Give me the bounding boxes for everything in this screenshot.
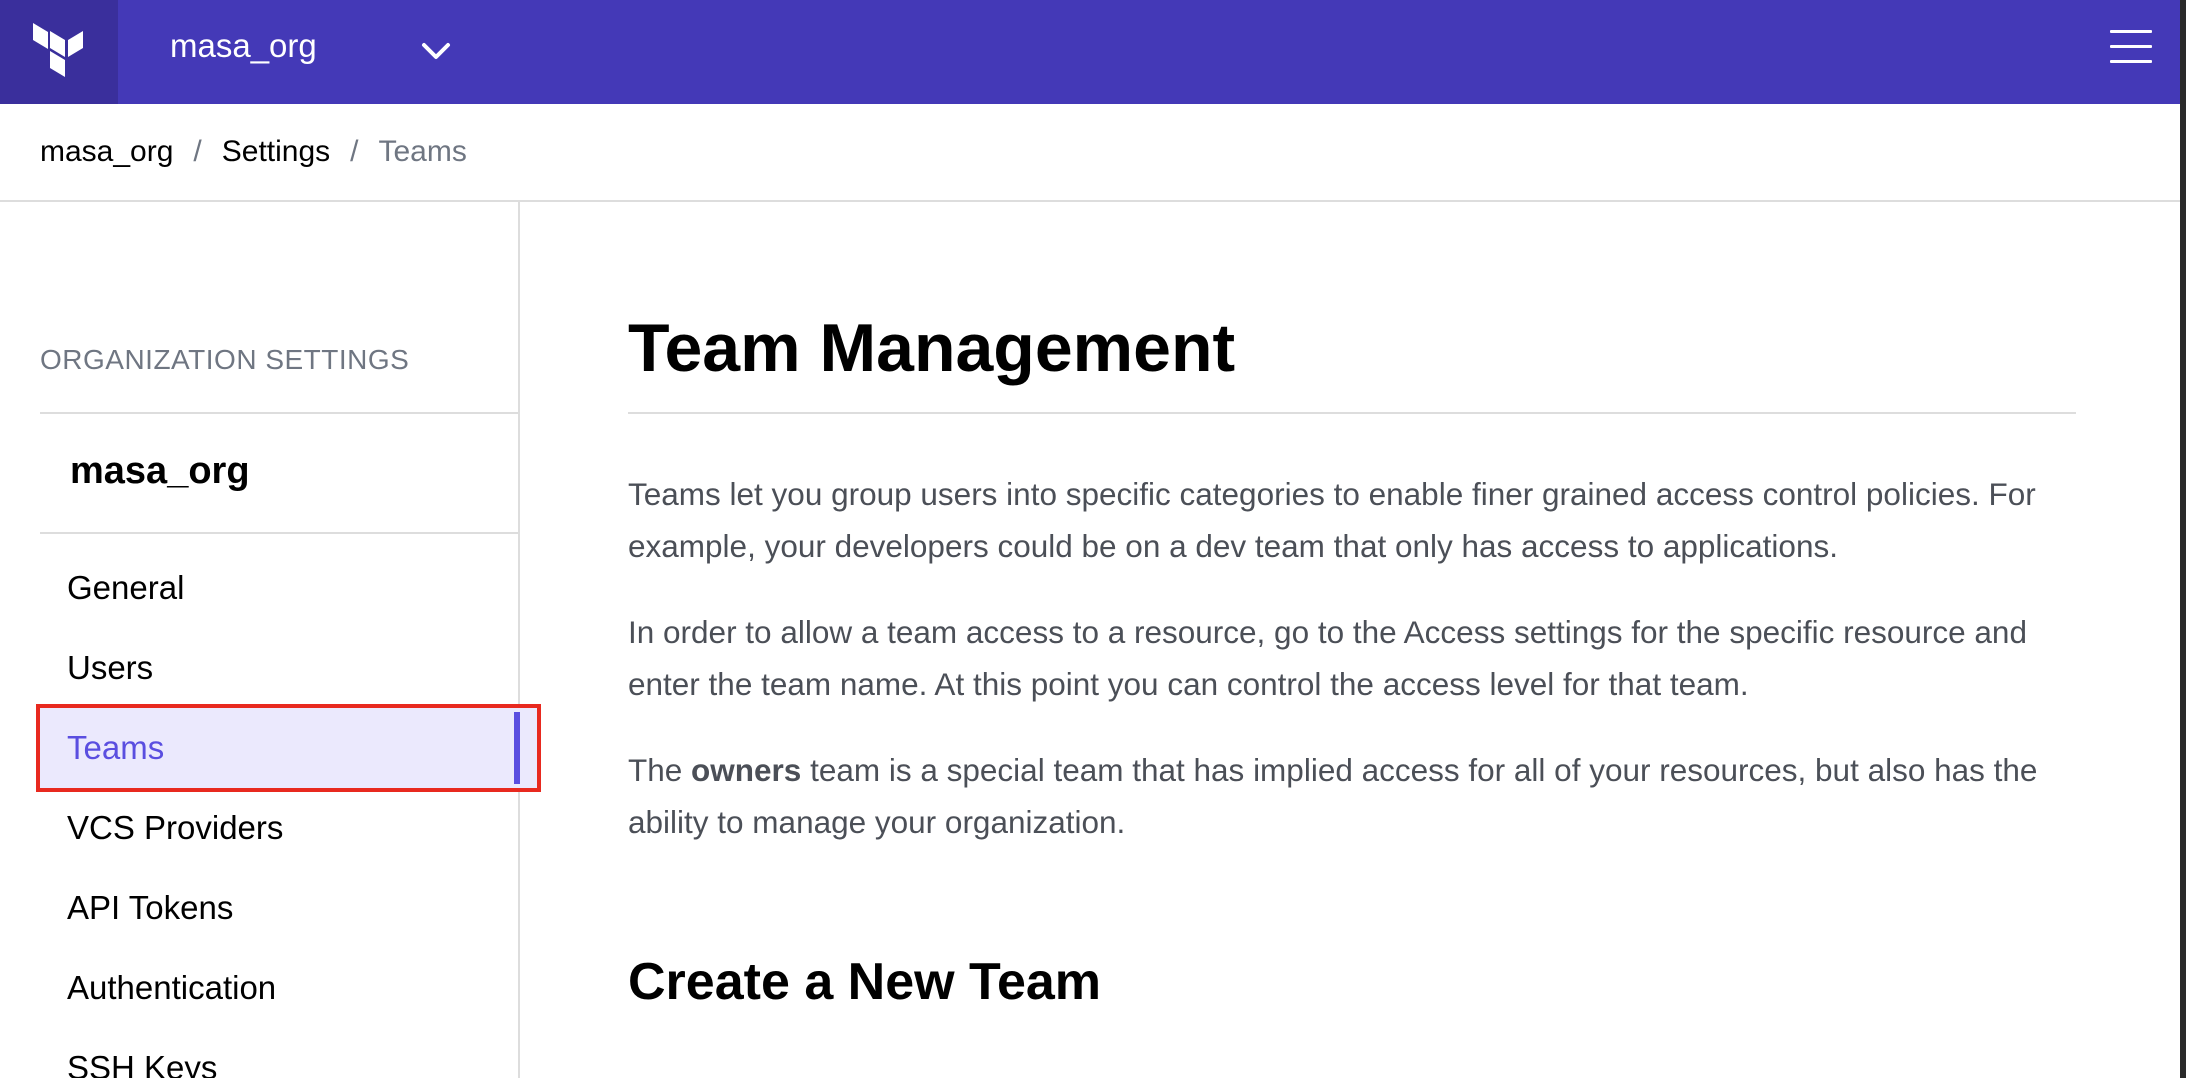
sidebar-item-teams[interactable]: Teams	[36, 704, 541, 792]
owners-paragraph-prefix: The	[628, 752, 683, 788]
breadcrumb-separator: /	[350, 135, 359, 168]
sidebar-item-label: General	[67, 569, 185, 606]
intro-paragraph: Teams let you group users into specific …	[628, 476, 2036, 564]
sidebar-item-label: API Tokens	[67, 889, 234, 926]
sidebar-item-label: Teams	[67, 729, 165, 766]
chevron-down-icon	[422, 43, 450, 59]
sidebar-item-authentication[interactable]: Authentication	[40, 948, 520, 1028]
sidebar-item-label: SSH Keys	[67, 1049, 218, 1078]
sidebar-item-general[interactable]: General	[40, 548, 520, 628]
sidebar-nav: General Users Teams VCS Providers API To…	[36, 548, 541, 1078]
create-team-heading: Create a New Team	[628, 953, 1102, 1011]
breadcrumb-current-page: Teams	[378, 135, 467, 168]
page-title: Team Management	[628, 310, 1236, 386]
owners-paragraph: The owners team is a special team that h…	[628, 744, 2076, 848]
sidebar-item-api-tokens[interactable]: API Tokens	[40, 868, 520, 948]
sidebar-item-label: Users	[67, 649, 154, 686]
breadcrumb-separator: /	[193, 135, 202, 168]
top-nav-bar: masa_org	[0, 0, 2180, 104]
settings-sidebar: ORGANIZATION SETTINGS masa_org General U…	[0, 202, 541, 1078]
access-paragraph: In order to allow a team access to a res…	[628, 614, 2027, 702]
sidebar-divider	[40, 412, 520, 414]
home-logo-link[interactable]	[0, 0, 118, 104]
breadcrumb-settings-link[interactable]: Settings	[222, 135, 330, 169]
sidebar-item-ssh-keys[interactable]: SSH Keys	[40, 1028, 520, 1078]
hamburger-menu-icon[interactable]	[2110, 28, 2154, 66]
sidebar-org-name: masa_org	[70, 450, 250, 492]
org-switcher-dropdown[interactable]: masa_org	[118, 0, 478, 104]
owners-team-name: owners	[691, 752, 802, 788]
active-indicator	[514, 712, 520, 784]
sidebar-item-vcs-providers[interactable]: VCS Providers	[40, 788, 520, 868]
page: masa_org masa_org / Settings / Teams ORG…	[0, 0, 2186, 1078]
org-switcher-label: masa_org	[170, 27, 317, 64]
breadcrumb: masa_org / Settings / Teams	[0, 104, 2180, 202]
window-edge	[2180, 0, 2186, 1078]
sidebar-heading: ORGANIZATION SETTINGS	[40, 344, 410, 375]
breadcrumb-org-link[interactable]: masa_org	[40, 135, 173, 169]
sidebar-item-users[interactable]: Users	[40, 628, 520, 708]
sidebar-item-label: Authentication	[67, 969, 277, 1006]
terraform-logo-icon	[33, 23, 83, 77]
owners-paragraph-suffix: team is a special team that has implied …	[628, 752, 2038, 840]
sidebar-divider	[40, 532, 520, 534]
title-divider	[628, 412, 2076, 414]
sidebar-item-label: VCS Providers	[67, 809, 284, 846]
